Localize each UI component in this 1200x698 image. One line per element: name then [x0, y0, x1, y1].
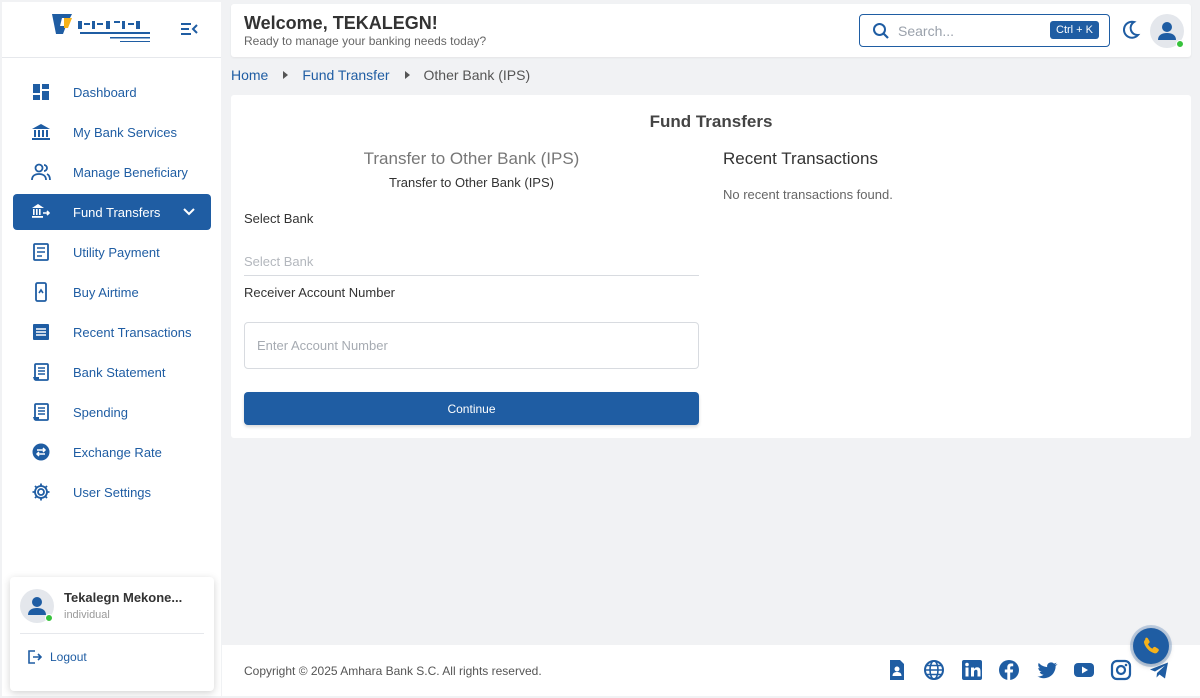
- sidebar-item-spending[interactable]: Spending: [13, 394, 211, 430]
- avatar[interactable]: [20, 589, 54, 623]
- user-name: Tekalegn Mekone...: [64, 590, 183, 605]
- collapse-sidebar-icon[interactable]: [178, 18, 200, 40]
- sidebar-item-label: Buy Airtime: [73, 284, 139, 300]
- sidebar-item-label: Spending: [73, 404, 128, 420]
- breadcrumb-home[interactable]: Home: [231, 67, 268, 83]
- logout-label: Logout: [50, 650, 87, 664]
- online-status-dot: [45, 614, 53, 622]
- logout-button[interactable]: Logout: [26, 649, 87, 665]
- welcome-subtitle: Ready to manage your banking needs today…: [244, 34, 487, 48]
- breadcrumb-current: Other Bank (IPS): [423, 67, 531, 83]
- user-role: individual: [64, 609, 110, 621]
- dashboard-icon: [33, 84, 49, 100]
- user-card: Tekalegn Mekone... individual Logout: [10, 577, 214, 691]
- form-subtitle: Transfer to Other Bank (IPS): [389, 175, 554, 190]
- sidebar-nav: Dashboard My Bank Services Manage Benefi…: [2, 74, 221, 514]
- youtube-icon[interactable]: [1073, 659, 1095, 681]
- page-title: Fund Transfers: [649, 112, 773, 131]
- contact-card-icon[interactable]: [886, 659, 908, 681]
- continue-button[interactable]: Continue: [244, 392, 699, 425]
- sidebar-item-label: Utility Payment: [73, 244, 160, 260]
- copyright-text: Copyright © 2025 Amhara Bank S.C. All ri…: [244, 664, 542, 678]
- sidebar-item-my-bank-services[interactable]: My Bank Services: [13, 114, 211, 150]
- people-icon: [31, 163, 51, 181]
- phone-icon: [35, 282, 47, 302]
- transfer-icon: [32, 204, 51, 218]
- statement-icon: [33, 363, 49, 381]
- account-number-input[interactable]: [244, 322, 699, 369]
- exchange-icon: [32, 443, 50, 461]
- spending-icon: [33, 403, 49, 421]
- sidebar-item-label: Dashboard: [73, 84, 137, 100]
- sidebar-item-label: Recent Transactions: [73, 324, 192, 340]
- facebook-icon[interactable]: [998, 659, 1020, 681]
- account-number-label: Receiver Account Number: [244, 285, 396, 300]
- sidebar-item-utility-payment[interactable]: Utility Payment: [13, 234, 211, 270]
- breadcrumb-fund-transfer[interactable]: Fund Transfer: [302, 67, 389, 83]
- shortcut-badge: Ctrl + K: [1050, 21, 1099, 39]
- caret-right-icon: [283, 71, 289, 79]
- select-bank-label: Select Bank: [244, 211, 314, 226]
- online-status-dot: [1176, 40, 1184, 48]
- logout-icon: [28, 650, 42, 664]
- instagram-icon[interactable]: [1110, 659, 1132, 681]
- receipt-icon: [33, 243, 49, 261]
- sidebar-item-label: Manage Beneficiary: [73, 164, 188, 180]
- sidebar-item-label: Bank Statement: [73, 364, 166, 380]
- gear-icon: [32, 483, 50, 501]
- caret-right-icon: [404, 71, 410, 79]
- social-links: [886, 659, 1170, 681]
- sidebar-item-dashboard[interactable]: Dashboard: [13, 74, 211, 110]
- globe-icon[interactable]: [923, 659, 945, 681]
- select-bank-dropdown[interactable]: Select Bank: [244, 248, 699, 276]
- sidebar-item-bank-statement[interactable]: Bank Statement: [13, 354, 211, 390]
- dark-mode-toggle-icon[interactable]: [1119, 19, 1141, 41]
- call-support-button[interactable]: [1133, 628, 1169, 664]
- recent-transactions-title: Recent Transactions: [723, 149, 878, 168]
- sidebar-item-fund-transfers[interactable]: Fund Transfers: [13, 194, 211, 230]
- top-header: Welcome, TEKALEGN! Ready to manage your …: [231, 4, 1191, 57]
- search-input[interactable]: [898, 21, 1048, 41]
- logo-area: [2, 2, 221, 58]
- sidebar-item-buy-airtime[interactable]: Buy Airtime: [13, 274, 211, 310]
- sidebar-item-user-settings[interactable]: User Settings: [13, 474, 211, 510]
- chevron-down-icon[interactable]: [181, 204, 197, 220]
- recent-transactions-empty: No recent transactions found.: [723, 187, 893, 202]
- sidebar-item-manage-beneficiary[interactable]: Manage Beneficiary: [13, 154, 211, 190]
- divider: [20, 633, 204, 634]
- amhara-bank-logo[interactable]: [50, 12, 160, 48]
- footer: Copyright © 2025 Amhara Bank S.C. All ri…: [222, 645, 1200, 696]
- list-icon: [33, 324, 49, 340]
- sidebar-item-exchange-rate[interactable]: Exchange Rate: [13, 434, 211, 470]
- linkedin-icon[interactable]: [961, 659, 983, 681]
- sidebar: Dashboard My Bank Services Manage Benefi…: [2, 2, 221, 696]
- phone-call-icon: [1144, 637, 1159, 654]
- sidebar-item-label: Exchange Rate: [73, 444, 162, 460]
- sidebar-item-label: Fund Transfers: [73, 204, 161, 220]
- sidebar-item-label: My Bank Services: [73, 124, 178, 140]
- header-avatar[interactable]: [1150, 14, 1184, 48]
- sidebar-item-recent-transactions[interactable]: Recent Transactions: [13, 314, 211, 350]
- form-title: Transfer to Other Bank (IPS): [363, 149, 580, 168]
- welcome-title: Welcome, TEKALEGN!: [244, 13, 438, 33]
- twitter-icon[interactable]: [1036, 659, 1058, 681]
- bank-icon: [32, 124, 50, 140]
- search-icon: [873, 23, 889, 39]
- fund-transfer-card: Fund Transfers Transfer to Other Bank (I…: [231, 95, 1191, 438]
- search-box[interactable]: Ctrl + K: [859, 14, 1110, 47]
- breadcrumb: Home Fund Transfer Other Bank (IPS): [231, 67, 530, 83]
- sidebar-item-label: User Settings: [73, 484, 152, 500]
